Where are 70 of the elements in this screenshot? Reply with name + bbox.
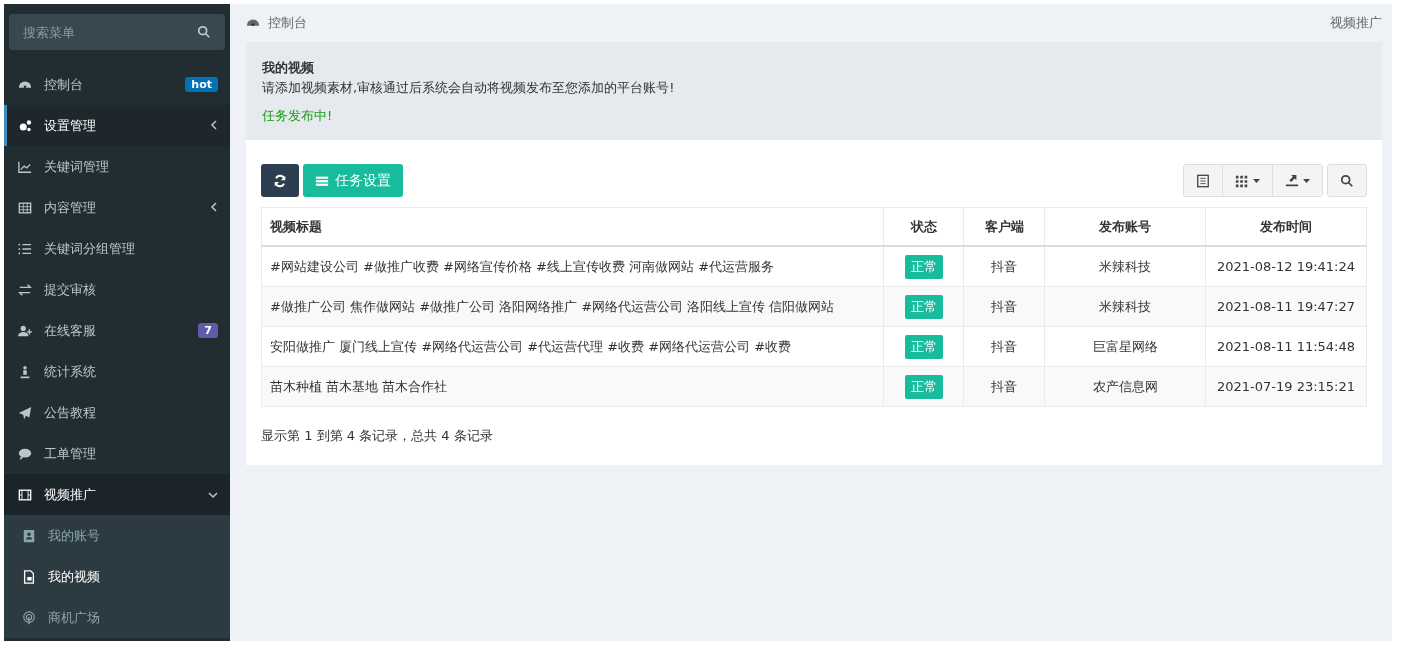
column-header[interactable]: 客户端 bbox=[963, 207, 1045, 246]
menu-item[interactable]: 关键词分组管理 bbox=[4, 228, 230, 269]
submenu-item[interactable]: 我的账号 bbox=[4, 515, 230, 556]
submenu-item[interactable]: 商机广场 bbox=[4, 597, 230, 638]
speech-bubble-icon bbox=[18, 446, 32, 461]
column-header[interactable]: 状态 bbox=[883, 207, 964, 246]
count-badge: 7 bbox=[198, 323, 218, 338]
callout-text: 请添加视频素材,审核通过后系统会自动将视频发布至您添加的平台账号! bbox=[262, 80, 675, 95]
breadcrumb-link[interactable]: 控制台 bbox=[268, 14, 307, 32]
table-cell: 2021-07-19 23:15:21 bbox=[1205, 366, 1367, 407]
status-badge: 正常 bbox=[904, 334, 943, 359]
column-header[interactable]: 视频标题 bbox=[261, 207, 884, 246]
breadcrumb-current: 视频推广 bbox=[1330, 14, 1382, 32]
menu-item[interactable]: 公告教程 bbox=[4, 392, 230, 433]
film-icon bbox=[18, 487, 32, 502]
menu-item[interactable]: 统计系统 bbox=[4, 351, 230, 392]
contact-card-icon bbox=[22, 528, 36, 543]
export-icon bbox=[1285, 173, 1299, 188]
pagination-info: 显示第 1 到第 4 条记录，总共 4 条记录 bbox=[261, 427, 494, 445]
table-cell: #网站建设公司 #做推广收费 #网络宣传价格 #线上宣传收费 河南做网站 #代运营服务 bbox=[261, 246, 884, 287]
callout-title: 我的视频 bbox=[262, 59, 315, 77]
table-cell: #做推广公司 焦作做网站 #做推广公司 洛阳网络推广 #网络代运营公司 洛阳线上宣传 信阳做网站 bbox=[261, 286, 884, 327]
search-field[interactable]: 搜索菜单 bbox=[9, 14, 225, 50]
menu-item[interactable]: 设置管理 bbox=[4, 105, 230, 146]
search-button[interactable] bbox=[1327, 164, 1367, 197]
status-badge: 正常 bbox=[904, 254, 943, 279]
menu-item[interactable]: 工单管理 bbox=[4, 433, 230, 474]
table-icon bbox=[18, 200, 32, 215]
status-badge: 正常 bbox=[904, 374, 943, 399]
menu-item[interactable]: 控制台 hot bbox=[4, 64, 230, 105]
status-badge: 正常 bbox=[904, 294, 943, 319]
count-badge: hot bbox=[185, 77, 218, 92]
exchange-icon bbox=[18, 282, 32, 297]
search-icon bbox=[197, 25, 211, 39]
table-cell: 苗木种植 苗木基地 苗木合作社 bbox=[261, 366, 884, 407]
caret-icon bbox=[1303, 178, 1310, 183]
table-cell: 抖音 bbox=[963, 366, 1045, 407]
refresh-button[interactable] bbox=[261, 164, 299, 197]
table-cell: 米辣科技 bbox=[1044, 286, 1206, 327]
refresh-icon bbox=[273, 173, 287, 188]
menu-item[interactable]: 在线客服 7 bbox=[4, 310, 230, 351]
table-cell: 2021-08-12 19:41:24 bbox=[1205, 246, 1367, 287]
document-icon bbox=[1196, 173, 1210, 188]
table-cell: 抖音 bbox=[963, 326, 1045, 367]
broadcast-icon bbox=[22, 610, 36, 625]
table-cell: 抖音 bbox=[963, 246, 1045, 287]
table-cell: 2021-08-11 19:47:27 bbox=[1205, 286, 1367, 327]
table-cell: 巨富星网络 bbox=[1044, 326, 1206, 367]
user-plus-icon bbox=[18, 323, 32, 338]
caret-icon bbox=[1253, 178, 1260, 183]
column-header[interactable]: 发布账号 bbox=[1044, 207, 1206, 246]
status-text: 任务发布中! bbox=[262, 107, 334, 125]
table-cell: 农产信息网 bbox=[1044, 366, 1206, 407]
table-cell: 2021-08-11 11:54:48 bbox=[1205, 326, 1367, 367]
table-cell: 安阳做推广 厦门线上宣传 #网络代运营公司 #代运营代理 #收费 #网络代运营公司 #收费 bbox=[261, 326, 884, 367]
table-cell: 米辣科技 bbox=[1044, 246, 1206, 287]
paper-plane-icon bbox=[18, 405, 32, 420]
search-icon bbox=[1340, 173, 1354, 188]
file-icon bbox=[22, 569, 36, 584]
line-chart-icon bbox=[18, 159, 32, 174]
card-view-button[interactable] bbox=[1184, 165, 1223, 196]
menu-item[interactable]: 提交审核 bbox=[4, 269, 230, 310]
menu-item[interactable]: 关键词管理 bbox=[4, 146, 230, 187]
menu-item[interactable]: 内容管理 bbox=[4, 187, 230, 228]
submenu-item[interactable]: 我的视频 bbox=[4, 556, 230, 597]
grid-icon bbox=[1235, 173, 1249, 188]
column-header[interactable]: 发布时间 bbox=[1205, 207, 1367, 246]
table-cell: 抖音 bbox=[963, 286, 1045, 327]
list-icon bbox=[18, 241, 32, 256]
menu-item[interactable]: 视频推广 bbox=[4, 474, 230, 515]
